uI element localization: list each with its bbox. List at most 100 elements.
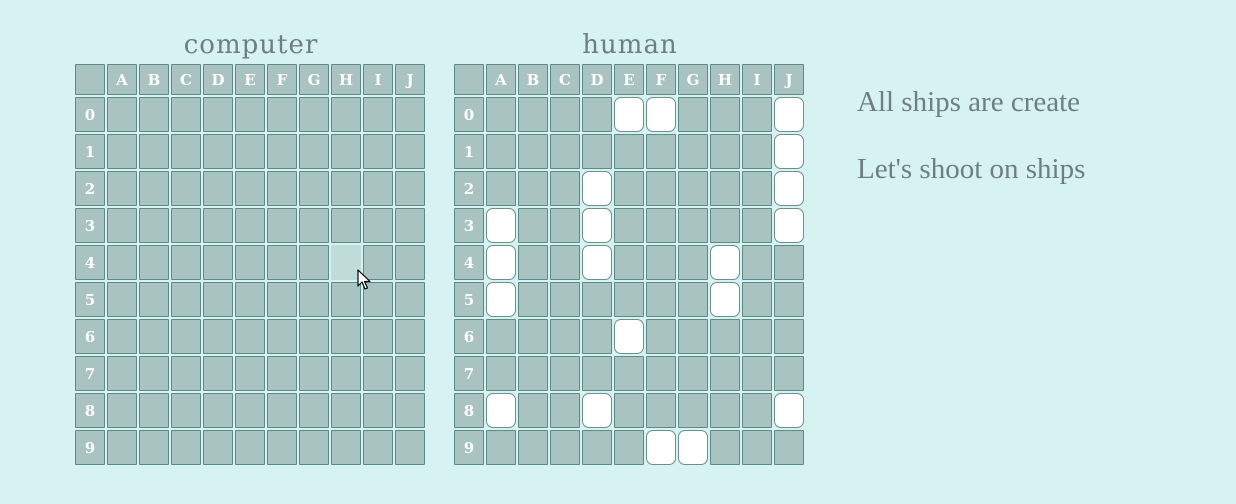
computer-grid-cell[interactable] (171, 430, 201, 465)
computer-grid-cell[interactable] (299, 393, 329, 428)
computer-grid-cell[interactable] (235, 356, 265, 391)
computer-grid-cell[interactable] (139, 393, 169, 428)
computer-grid-cell[interactable] (203, 282, 233, 317)
computer-grid-cell[interactable] (171, 282, 201, 317)
computer-grid-cell[interactable] (235, 319, 265, 354)
computer-grid-cell[interactable] (299, 97, 329, 132)
computer-grid-cell[interactable] (299, 208, 329, 243)
computer-grid-cell[interactable] (203, 356, 233, 391)
computer-grid-cell[interactable] (203, 393, 233, 428)
computer-grid-cell[interactable] (139, 97, 169, 132)
computer-grid-cell[interactable] (203, 245, 233, 280)
computer-grid-cell[interactable] (331, 356, 361, 391)
computer-grid-cell[interactable] (363, 97, 393, 132)
computer-grid-cell[interactable] (395, 171, 425, 206)
computer-grid-cell[interactable] (363, 208, 393, 243)
computer-grid-cell[interactable] (139, 282, 169, 317)
computer-grid-cell[interactable] (107, 245, 137, 280)
computer-grid-cell[interactable] (171, 134, 201, 169)
computer-grid-cell[interactable] (331, 171, 361, 206)
computer-grid-cell[interactable] (203, 319, 233, 354)
computer-grid-cell[interactable] (299, 134, 329, 169)
computer-grid-cell[interactable] (331, 97, 361, 132)
computer-grid-cell[interactable] (107, 319, 137, 354)
computer-grid-cell[interactable] (395, 282, 425, 317)
computer-grid-cell[interactable] (395, 245, 425, 280)
human-grid-cell (582, 430, 612, 465)
computer-grid-cell[interactable] (299, 245, 329, 280)
computer-grid-cell[interactable] (203, 97, 233, 132)
computer-grid-cell[interactable] (107, 282, 137, 317)
computer-grid-cell[interactable] (299, 356, 329, 391)
computer-grid-cell[interactable] (331, 319, 361, 354)
computer-grid-cell[interactable] (139, 356, 169, 391)
computer-grid-cell[interactable] (331, 430, 361, 465)
computer-grid-cell[interactable] (171, 319, 201, 354)
computer-grid-cell[interactable] (235, 245, 265, 280)
computer-grid-cell[interactable] (203, 171, 233, 206)
computer-grid-cell[interactable] (235, 208, 265, 243)
computer-grid-cell[interactable] (203, 208, 233, 243)
computer-grid-cell[interactable] (203, 430, 233, 465)
human-grid-cell (678, 134, 708, 169)
computer-grid-cell[interactable] (139, 134, 169, 169)
computer-grid-cell[interactable] (139, 319, 169, 354)
computer-grid-cell[interactable] (363, 356, 393, 391)
computer-grid-cell[interactable] (235, 134, 265, 169)
computer-grid-cell[interactable] (139, 430, 169, 465)
computer-grid-cell[interactable] (107, 134, 137, 169)
computer-grid-cell[interactable] (299, 171, 329, 206)
computer-grid-cell[interactable] (331, 208, 361, 243)
computer-grid-cell[interactable] (299, 319, 329, 354)
computer-grid-cell[interactable] (235, 393, 265, 428)
computer-grid-cell[interactable] (331, 393, 361, 428)
computer-grid-cell[interactable] (363, 319, 393, 354)
computer-grid-cell[interactable] (299, 430, 329, 465)
computer-grid-cell[interactable] (395, 208, 425, 243)
computer-grid-cell[interactable] (331, 134, 361, 169)
computer-grid-cell[interactable] (139, 171, 169, 206)
computer-grid-cell[interactable] (107, 393, 137, 428)
computer-grid-cell[interactable] (107, 97, 137, 132)
computer-grid-cell[interactable] (363, 430, 393, 465)
computer-grid-cell[interactable] (235, 97, 265, 132)
computer-grid-cell[interactable] (267, 208, 297, 243)
computer-grid-cell[interactable] (267, 393, 297, 428)
computer-grid-cell[interactable] (267, 282, 297, 317)
computer-grid-cell[interactable] (395, 356, 425, 391)
computer-grid-cell[interactable] (107, 171, 137, 206)
computer-grid-cell[interactable] (139, 245, 169, 280)
computer-grid-cell[interactable] (395, 393, 425, 428)
computer-grid-cell[interactable] (235, 171, 265, 206)
computer-grid-cell[interactable] (363, 171, 393, 206)
computer-grid-cell[interactable] (267, 171, 297, 206)
computer-grid-cell[interactable] (395, 319, 425, 354)
computer-grid-cell[interactable] (171, 393, 201, 428)
computer-grid-cell[interactable] (203, 134, 233, 169)
computer-grid-cell[interactable] (267, 356, 297, 391)
computer-grid-cell[interactable] (235, 430, 265, 465)
computer-grid-cell[interactable] (171, 245, 201, 280)
computer-grid-cell[interactable] (299, 282, 329, 317)
computer-grid-cell[interactable] (267, 97, 297, 132)
human-column-header: E (614, 64, 644, 95)
computer-grid-cell[interactable] (267, 134, 297, 169)
computer-grid-cell[interactable] (107, 208, 137, 243)
computer-grid-cell[interactable] (171, 171, 201, 206)
computer-grid-cell[interactable] (139, 208, 169, 243)
computer-grid-cell[interactable] (107, 430, 137, 465)
computer-grid-cell[interactable] (363, 134, 393, 169)
status-message: All ships are create (857, 86, 1081, 118)
computer-grid-cell[interactable] (107, 356, 137, 391)
computer-grid-cell[interactable] (267, 319, 297, 354)
computer-grid-cell[interactable] (171, 356, 201, 391)
computer-grid-cell[interactable] (267, 245, 297, 280)
computer-grid-cell[interactable] (395, 97, 425, 132)
computer-grid-cell[interactable] (267, 430, 297, 465)
computer-grid-cell[interactable] (395, 430, 425, 465)
computer-grid-cell[interactable] (395, 134, 425, 169)
computer-grid-cell[interactable] (235, 282, 265, 317)
computer-grid-cell[interactable] (171, 208, 201, 243)
computer-grid-cell[interactable] (363, 393, 393, 428)
computer-grid-cell[interactable] (171, 97, 201, 132)
